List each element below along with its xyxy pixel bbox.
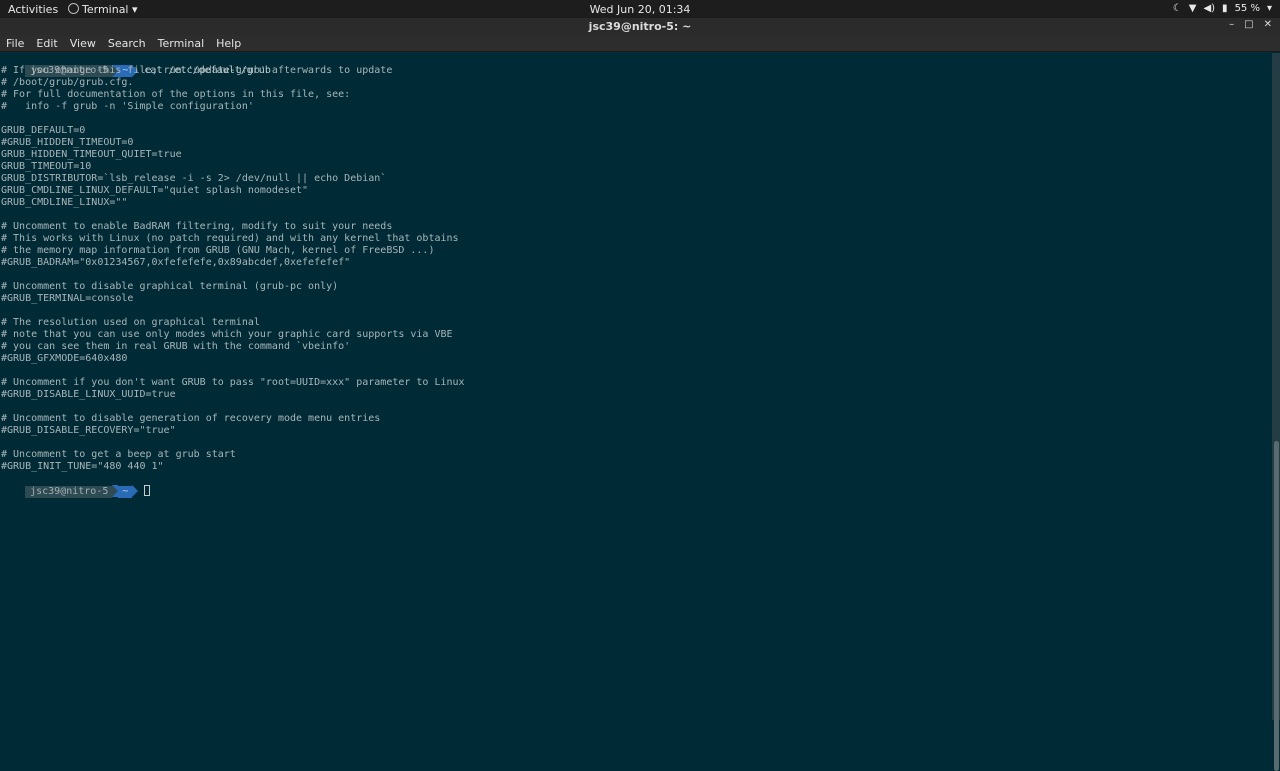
output-line: # The resolution used on graphical termi…: [1, 317, 260, 328]
output-line: # For full documentation of the options …: [1, 89, 351, 100]
output-line: GRUB_CMDLINE_LINUX_DEFAULT="quiet splash…: [1, 185, 309, 196]
window-title: jsc39@nitro-5: ~: [588, 20, 692, 33]
output-line: # info -f grub -n 'Simple configuration': [1, 101, 254, 112]
menu-edit[interactable]: Edit: [36, 37, 57, 50]
menu-terminal[interactable]: Terminal: [158, 37, 205, 50]
output-line: # /boot/grub/grub.cfg.: [1, 77, 134, 88]
output-line: GRUB_HIDDEN_TIMEOUT_QUIET=true: [1, 149, 182, 160]
clock[interactable]: Wed Jun 20, 01:34: [0, 3, 1280, 16]
scrollbar[interactable]: [1272, 53, 1280, 771]
close-icon[interactable]: ✕: [1264, 19, 1272, 30]
output-line: #GRUB_DISABLE_RECOVERY="true": [1, 425, 176, 436]
maximize-icon[interactable]: □: [1244, 19, 1253, 30]
window-titlebar[interactable]: jsc39@nitro-5: ~ – □ ✕: [0, 18, 1280, 35]
output-line: # Uncomment to disable generation of rec…: [1, 413, 381, 424]
output-line: # Uncomment to disable graphical termina…: [1, 281, 339, 292]
output-line: GRUB_DISTRIBUTOR=`lsb_release -i -s 2> /…: [1, 173, 387, 184]
output-line: #GRUB_BADRAM="0x01234567,0xfefefefe,0x89…: [1, 257, 351, 268]
output-line: #GRUB_GFXMODE=640x480: [1, 353, 128, 364]
prompt-user: jsc39@nitro-5: [25, 486, 113, 498]
chevron-down-icon: ▾: [1266, 3, 1272, 14]
night-light-icon: ☾: [1172, 3, 1182, 14]
battery-icon: ▮: [1222, 3, 1228, 14]
minimize-icon[interactable]: –: [1229, 19, 1234, 30]
output-line: #GRUB_DISABLE_LINUX_UUID=true: [1, 389, 176, 400]
output-line: # the memory map information from GRUB (…: [1, 245, 435, 256]
output-line: #GRUB_HIDDEN_TIMEOUT=0: [1, 137, 134, 148]
wifi-icon: ▼: [1188, 3, 1197, 14]
system-tray[interactable]: ☾ ▼ ◀) ▮ 55 % ▾: [1173, 2, 1272, 16]
output-line: # you can see them in real GRUB with the…: [1, 341, 351, 352]
prompt-dir: ~: [118, 486, 133, 498]
output-line: GRUB_CMDLINE_LINUX="": [1, 197, 128, 208]
output-line: # This works with Linux (no patch requir…: [1, 233, 459, 244]
text-cursor: [144, 485, 151, 496]
menu-bar: File Edit View Search Terminal Help: [0, 35, 1280, 52]
output-line: GRUB_DEFAULT=0: [1, 125, 86, 136]
output-line: #GRUB_INIT_TUNE="480 440 1": [1, 461, 164, 472]
output-line: # Uncomment to get a beep at grub start: [1, 449, 236, 460]
prompt-arrow-icon: [132, 485, 139, 497]
output-line: # Uncomment to enable BadRAM filtering, …: [1, 221, 393, 232]
output-line: # Uncomment if you don't want GRUB to pa…: [1, 377, 465, 388]
battery-percent: 55 %: [1234, 3, 1260, 14]
top-panel: Activities Terminal ▾ Wed Jun 20, 01:34 …: [0, 0, 1280, 18]
prompt-line: jsc39@nitro-5 ~ cat /etc/default/grub: [1, 53, 271, 77]
menu-file[interactable]: File: [6, 37, 24, 50]
scrollbar-thumb[interactable]: [1274, 441, 1279, 771]
output-line: # If you change this file, run 'update-g…: [1, 65, 393, 76]
menu-search[interactable]: Search: [108, 37, 146, 50]
output-line: GRUB_TIMEOUT=10: [1, 161, 92, 172]
terminal-output[interactable]: jsc39@nitro-5 ~ cat /etc/default/grub # If…: [0, 53, 1272, 720]
output-line: # note that you can use only modes which…: [1, 329, 453, 340]
volume-icon: ◀): [1203, 3, 1216, 14]
menu-view[interactable]: View: [70, 37, 96, 50]
menu-help[interactable]: Help: [216, 37, 241, 50]
output-line: #GRUB_TERMINAL=console: [1, 293, 134, 304]
prompt-line: jsc39@nitro-5 ~: [1, 473, 151, 498]
